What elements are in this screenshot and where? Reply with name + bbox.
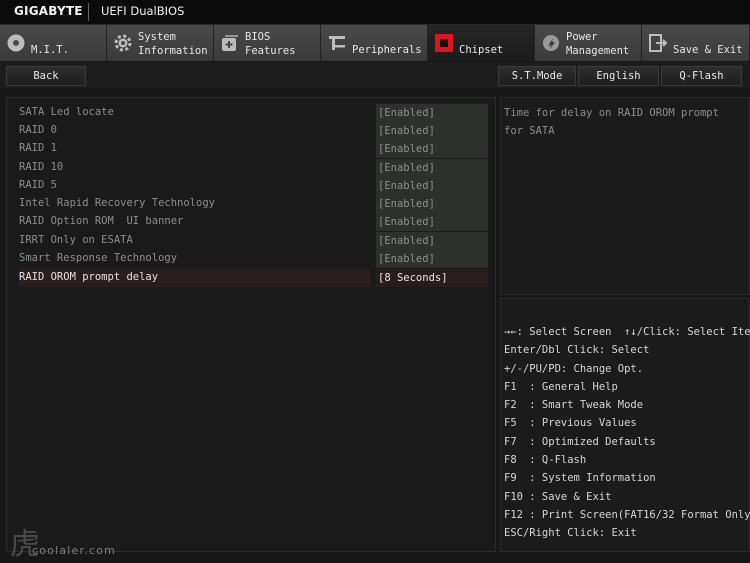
watermark-text: coolaler.com xyxy=(32,544,117,557)
tab-system-information[interactable]: System Information xyxy=(107,25,214,61)
tab-label: Save & Exit xyxy=(673,44,743,56)
sub-toolbar: Back S.T.Mode English Q-Flash xyxy=(0,62,750,88)
setting-label: Intel Rapid Recovery Technology xyxy=(19,197,215,209)
tab-label: M.I.T. xyxy=(31,44,69,56)
exit-icon xyxy=(649,34,668,52)
brand-logo: GIGABYTE xyxy=(14,4,83,18)
key-help-line: F9 : System Information xyxy=(504,472,656,485)
setting-label: RAID Option ROM UI banner xyxy=(19,215,184,227)
chip-icon xyxy=(435,34,453,52)
setting-label: RAID 0 xyxy=(19,124,57,136)
product-title: UEFI DualBIOS xyxy=(101,4,185,18)
tab-mit[interactable]: M.I.T. xyxy=(0,25,107,61)
tab-power-management[interactable]: Power Management xyxy=(535,25,642,61)
setting-row[interactable]: IRRT Only on ESATA [Enabled] xyxy=(19,232,493,250)
setting-value[interactable]: [Enabled] xyxy=(376,250,488,268)
setting-value[interactable]: [Enabled] xyxy=(376,122,488,140)
settings-panel: SATA Led locate [Enabled] RAID 0 [Enable… xyxy=(6,97,496,552)
setting-value[interactable]: [Enabled] xyxy=(376,213,488,231)
power-icon xyxy=(543,35,559,51)
key-help-line: F10 : Save & Exit xyxy=(504,490,612,503)
back-button[interactable]: Back xyxy=(6,66,86,86)
tab-label: Chipset xyxy=(459,44,504,56)
key-help-line: F8 : Q-Flash xyxy=(504,454,587,467)
tab-label: Power Management xyxy=(566,31,630,57)
watermark: 虎 coolaler.com xyxy=(10,519,155,562)
language-button[interactable]: English xyxy=(578,66,659,86)
key-help-line: →←: Select Screen ↑↓/Click: Select Item xyxy=(504,326,750,338)
setting-value[interactable]: [Enabled] xyxy=(376,177,488,195)
plug-icon xyxy=(329,36,345,50)
top-bar: GIGABYTE UEFI DualBIOS xyxy=(0,0,750,25)
key-help-list: →←: Select Screen ↑↓/Click: Select Item … xyxy=(504,323,750,543)
setting-label: IRRT Only on ESATA xyxy=(19,234,133,246)
setting-value[interactable]: [8 Seconds] xyxy=(376,269,488,287)
setting-label: RAID 10 xyxy=(19,161,64,173)
tab-save-exit[interactable]: Save & Exit xyxy=(642,25,750,61)
setting-value[interactable]: [Enabled] xyxy=(376,140,488,158)
key-help-panel: →←: Select Screen ↑↓/Click: Select Item … xyxy=(500,298,750,552)
key-help-line: ESC/Right Click: Exit xyxy=(504,527,637,540)
help-description-panel: Time for delay on RAID OROM prompt for S… xyxy=(500,97,750,295)
help-description: Time for delay on RAID OROM prompt for S… xyxy=(504,107,719,137)
key-help-line: Enter/Dbl Click: Select xyxy=(504,344,650,357)
tab-bios-features[interactable]: BIOS Features xyxy=(214,25,321,61)
qflash-button[interactable]: Q-Flash xyxy=(661,66,742,86)
setting-value[interactable]: [Enabled] xyxy=(376,159,488,177)
setting-row[interactable]: Intel Rapid Recovery Technology [Enabled… xyxy=(19,195,493,213)
key-help-line: F2 : Smart Tweak Mode xyxy=(504,399,644,412)
setting-row[interactable]: SATA Led locate [Enabled] xyxy=(19,104,493,122)
plus-box-icon xyxy=(222,35,238,51)
divider xyxy=(88,3,89,21)
key-help-line: +/-/PU/PD: Change Opt. xyxy=(504,362,644,375)
tab-label: System Information xyxy=(138,31,208,57)
disc-icon xyxy=(7,34,25,52)
key-help-line: F5 : Previous Values xyxy=(504,417,637,430)
tab-peripherals[interactable]: Peripherals xyxy=(321,25,428,61)
setting-row[interactable]: RAID 5 [Enabled] xyxy=(19,177,493,195)
setting-label: SATA Led locate xyxy=(19,106,114,118)
setting-label: Smart Response Technology xyxy=(19,252,178,264)
tab-label: Peripherals xyxy=(352,44,422,56)
key-help-line: F1 : General Help xyxy=(504,380,618,393)
setting-row[interactable]: RAID 0 [Enabled] xyxy=(19,122,493,140)
setting-label: RAID 5 xyxy=(19,179,57,191)
gear-icon xyxy=(114,34,132,52)
setting-row[interactable]: RAID Option ROM UI banner [Enabled] xyxy=(19,213,493,231)
setting-row[interactable]: Smart Response Technology [Enabled] xyxy=(19,250,493,268)
key-help-line: F7 : Optimized Defaults xyxy=(504,435,656,448)
setting-row-selected[interactable]: RAID OROM prompt delay [8 Seconds] xyxy=(19,269,493,287)
setting-label: RAID 1 xyxy=(19,142,57,154)
setting-value[interactable]: [Enabled] xyxy=(376,104,488,122)
setting-row[interactable]: RAID 10 [Enabled] xyxy=(19,159,493,177)
setting-row[interactable]: RAID 1 [Enabled] xyxy=(19,140,493,158)
tab-chipset[interactable]: Chipset xyxy=(428,25,535,61)
setting-value[interactable]: [Enabled] xyxy=(376,232,488,250)
setting-value[interactable]: [Enabled] xyxy=(376,195,488,213)
key-help-line: F12 : Print Screen(FAT16/32 Format Only) xyxy=(504,508,750,521)
tab-label: BIOS Features xyxy=(245,31,296,57)
st-mode-button[interactable]: S.T.Mode xyxy=(498,66,576,86)
setting-label: RAID OROM prompt delay xyxy=(19,271,159,283)
main-tabs: M.I.T. System Information BIOS Features … xyxy=(0,25,750,61)
